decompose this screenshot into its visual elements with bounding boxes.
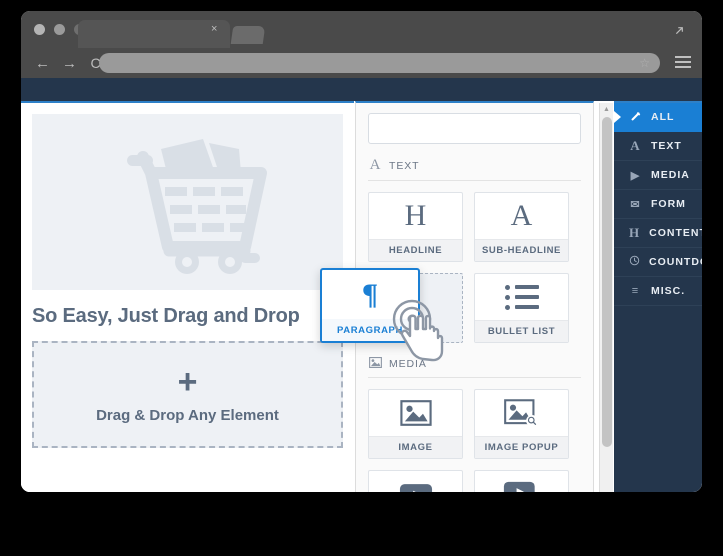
- bullet-list-icon: [504, 284, 539, 310]
- sidebar-item-content[interactable]: H CONTENT: [614, 219, 702, 248]
- app-header-bar: [21, 78, 702, 101]
- text-a-icon: A: [369, 157, 381, 173]
- video-icon: [399, 483, 432, 492]
- sidebar-item-label: ALL: [651, 111, 675, 123]
- sidebar-item-countdown[interactable]: COUNTDOWN: [614, 248, 702, 277]
- tile-art: [475, 274, 568, 320]
- paragraph-pilcrow-icon: ¶: [361, 277, 379, 311]
- browser-toolbar: ← → C ☆: [21, 48, 702, 78]
- sidebar-item-label: COUNTDOWN: [649, 256, 702, 268]
- sidebar-item-label: TEXT: [651, 140, 682, 152]
- sidebar-item-label: FORM: [651, 198, 686, 210]
- element-tile-video[interactable]: [368, 470, 463, 492]
- sidebar-item-form[interactable]: ✉ FORM: [614, 190, 702, 219]
- back-icon[interactable]: ←: [35, 55, 50, 72]
- element-tile-video-popup[interactable]: [474, 470, 569, 492]
- image-icon: [399, 400, 432, 426]
- category-sidebar: ALL A TEXT ▶ MEDIA ✉ FORM H CONTENT COUN…: [614, 101, 702, 492]
- screenshot-stage: × ← → C ☆ So Easy, Just Drag and Drop + …: [0, 0, 723, 556]
- sidebar-item-all[interactable]: ALL: [614, 103, 702, 132]
- section-header-text: A TEXT: [368, 157, 581, 181]
- hero-image-placeholder: [32, 114, 343, 290]
- panel-scrollbar[interactable]: ▲: [599, 103, 613, 492]
- video-popup-icon: [503, 481, 535, 492]
- sidebar-item-label: CONTENT: [649, 227, 702, 239]
- element-tile-image[interactable]: IMAGE: [368, 389, 463, 459]
- element-tile-headline[interactable]: H HEADLINE: [368, 192, 463, 262]
- clock-icon: [629, 255, 640, 269]
- sidebar-item-label: MEDIA: [651, 169, 690, 181]
- tile-caption: HEADLINE: [369, 239, 462, 261]
- minimize-window-button[interactable]: [54, 24, 65, 35]
- browser-window: × ← → C ☆ So Easy, Just Drag and Drop + …: [21, 11, 702, 492]
- plus-icon: +: [177, 363, 198, 401]
- forward-icon[interactable]: →: [62, 55, 77, 72]
- drop-zone-label: Drag & Drop Any Element: [96, 407, 279, 424]
- tab-close-icon[interactable]: ×: [211, 24, 217, 35]
- envelope-icon: ✉: [630, 198, 641, 211]
- tile-caption: IMAGE POPUP: [475, 436, 568, 458]
- tile-art: [475, 390, 568, 436]
- tile-art: [369, 390, 462, 436]
- tile-caption: SUB-HEADLINE: [475, 239, 568, 261]
- expand-icon[interactable]: [672, 23, 687, 38]
- scroll-up-icon[interactable]: ▲: [600, 103, 613, 116]
- browser-tab-bar: ×: [21, 11, 702, 48]
- tile-art: [369, 471, 462, 492]
- browser-tab-new[interactable]: [230, 26, 266, 44]
- heading-h-icon: H: [629, 225, 641, 240]
- magic-wand-icon: [629, 110, 642, 125]
- headline-h-icon: H: [404, 199, 427, 232]
- shopping-cart-icon: [126, 139, 267, 274]
- drop-zone[interactable]: + Drag & Drop Any Element: [32, 341, 343, 448]
- browser-tab-active[interactable]: [78, 20, 230, 48]
- sidebar-item-label: MISC.: [651, 285, 686, 297]
- page-title: So Easy, Just Drag and Drop: [32, 305, 300, 327]
- play-triangle-icon: ▶: [630, 169, 641, 182]
- tile-art: A: [475, 193, 568, 239]
- tile-row: H HEADLINE A SUB-HEADLINE: [368, 192, 581, 262]
- tile-row: IMAGE IMAGE POPUP: [368, 389, 581, 459]
- sub-headline-a-icon: A: [510, 199, 533, 232]
- tile-caption: IMAGE: [369, 436, 462, 458]
- tile-art: H: [369, 193, 462, 239]
- search-input[interactable]: [368, 113, 581, 144]
- tile-art: [475, 471, 568, 492]
- address-bar[interactable]: ☆: [99, 53, 660, 73]
- tile-caption: BULLET LIST: [475, 320, 568, 342]
- list-lines-icon: ≡: [631, 285, 640, 297]
- element-tile-sub-headline[interactable]: A SUB-HEADLINE: [474, 192, 569, 262]
- page-canvas[interactable]: So Easy, Just Drag and Drop + Drag & Dro…: [21, 101, 354, 492]
- close-window-button[interactable]: [34, 24, 45, 35]
- browser-menu-icon[interactable]: [675, 56, 691, 71]
- media-image-icon: [368, 356, 382, 371]
- sidebar-item-media[interactable]: ▶ MEDIA: [614, 161, 702, 190]
- sidebar-item-text[interactable]: A TEXT: [614, 132, 702, 161]
- tile-row: [368, 470, 581, 492]
- image-popup-icon: [503, 398, 538, 426]
- element-tile-bullet-list[interactable]: BULLET LIST: [474, 273, 569, 343]
- element-tile-image-popup[interactable]: IMAGE POPUP: [474, 389, 569, 459]
- bookmark-star-icon[interactable]: ☆: [639, 56, 650, 70]
- text-a-icon: A: [630, 138, 641, 153]
- hand-cursor-icon: [390, 298, 452, 368]
- scrollbar-thumb[interactable]: [602, 117, 612, 447]
- sidebar-item-misc[interactable]: ≡ MISC.: [614, 277, 702, 306]
- section-label: TEXT: [389, 159, 420, 172]
